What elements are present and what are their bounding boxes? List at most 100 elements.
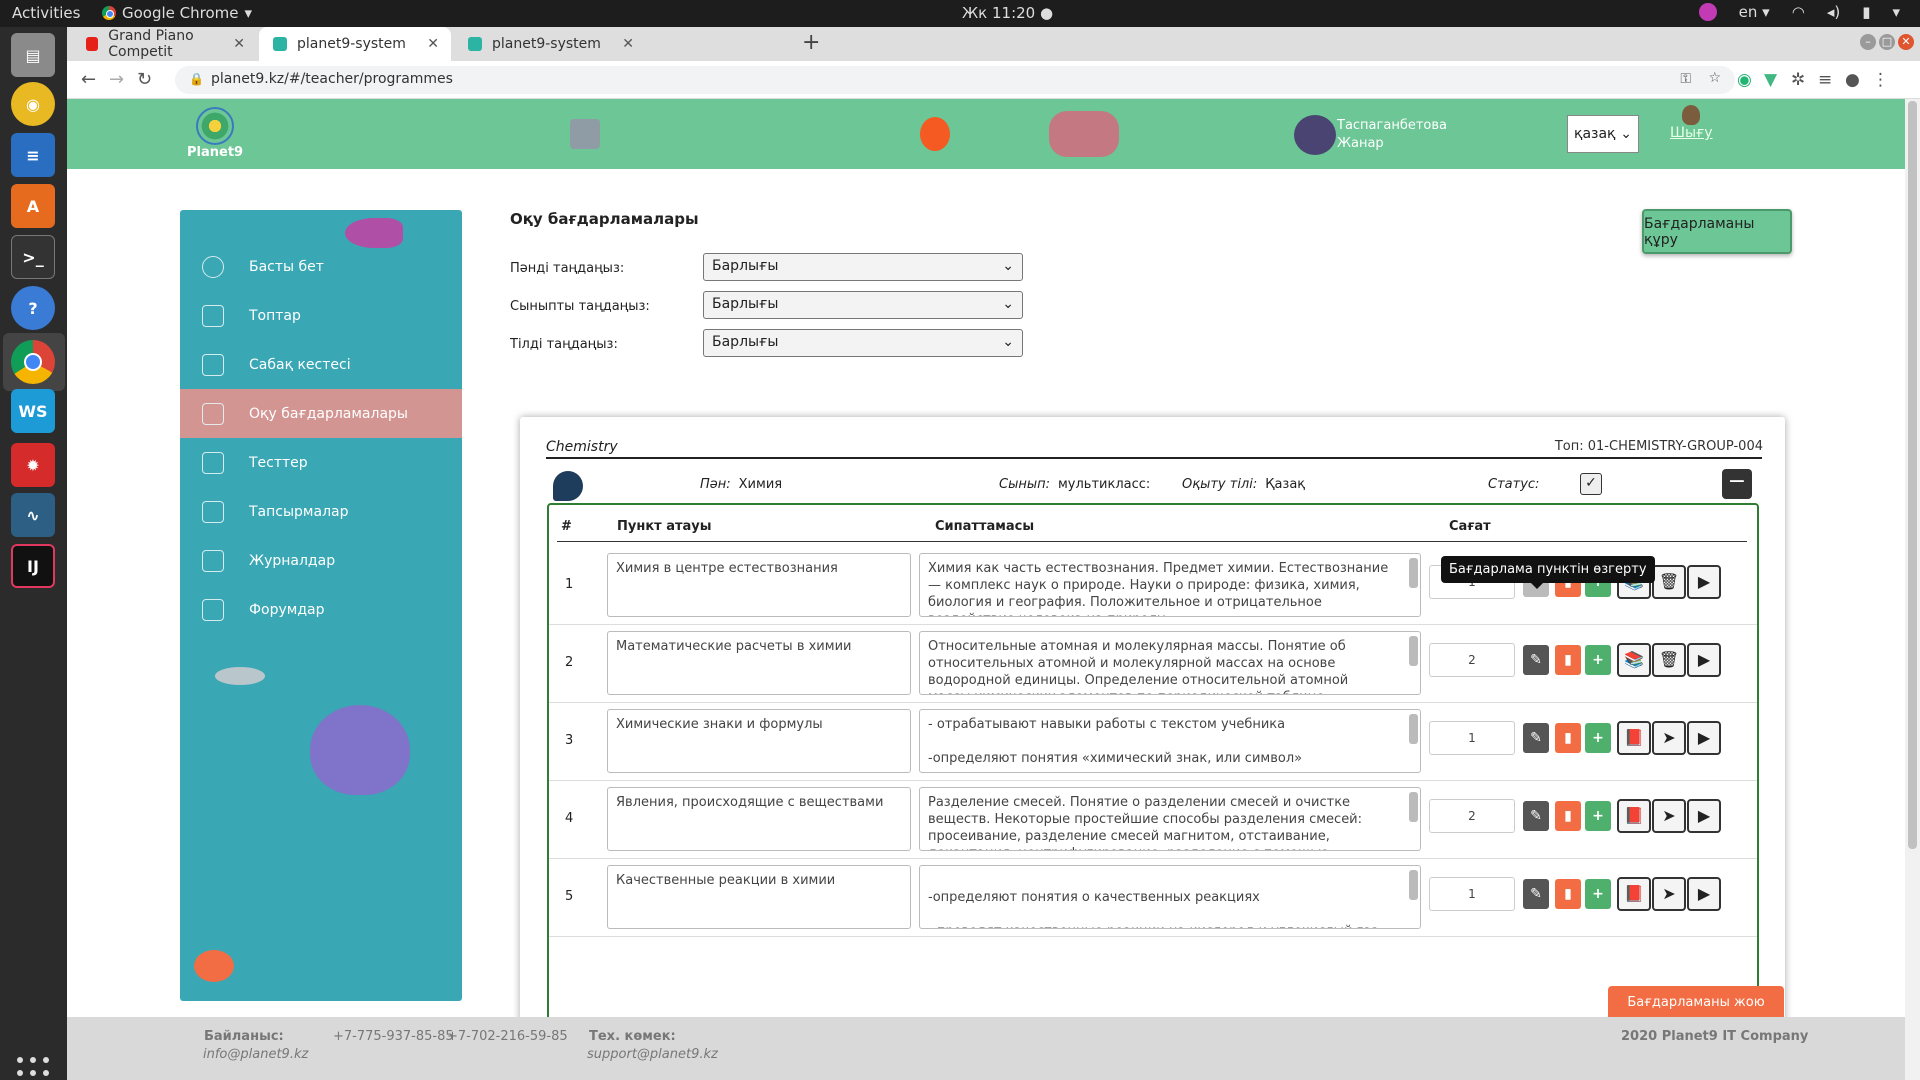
- window-close-icon[interactable]: ✕: [1898, 34, 1914, 50]
- contact-email[interactable]: info@planet9.kz: [203, 1047, 308, 1062]
- logout-link[interactable]: Шығу: [1670, 105, 1713, 141]
- terminal-icon[interactable]: >_: [11, 235, 55, 279]
- sidebar-item-forums[interactable]: Форумдар: [180, 585, 462, 634]
- back-icon[interactable]: ←: [81, 69, 96, 90]
- delete-item-button[interactable]: ▮: [1555, 723, 1581, 753]
- item-name-input[interactable]: Химия в центре естествознания: [607, 553, 911, 617]
- tab-planet9[interactable]: planet9-system ✕: [454, 27, 646, 61]
- sidebar-item-groups[interactable]: Топтар: [180, 291, 462, 340]
- add-item-button[interactable]: +: [1585, 801, 1611, 831]
- page-scrollbar[interactable]: [1905, 99, 1920, 1080]
- item-description-input[interactable]: Разделение смесей. Понятие о разделении …: [919, 787, 1421, 851]
- item-hours-input[interactable]: 1: [1429, 721, 1515, 755]
- edit-item-button[interactable]: ✎: [1523, 879, 1549, 909]
- chevron-down-icon[interactable]: ▾: [1892, 3, 1900, 21]
- sidebar-item-tests[interactable]: Тесттер: [180, 438, 462, 487]
- forward-icon[interactable]: →: [109, 69, 124, 90]
- support-email[interactable]: support@planet9.kz: [587, 1047, 718, 1062]
- delete-item-button[interactable]: ▮: [1555, 645, 1581, 675]
- firefox-indicator-icon[interactable]: [1698, 3, 1717, 21]
- volume-icon[interactable]: ◂): [1827, 3, 1840, 21]
- edit-item-button[interactable]: ✎: [1523, 801, 1549, 831]
- edit-item-button[interactable]: ✎: [1523, 645, 1549, 675]
- item-description-input[interactable]: Химия как часть естествознания. Предмет …: [919, 553, 1421, 617]
- close-icon[interactable]: ✕: [427, 36, 439, 52]
- delete-item-button[interactable]: ▮: [1555, 879, 1581, 909]
- item-description-input[interactable]: - отрабатывают навыки работы с текстом у…: [919, 709, 1421, 773]
- delete-item-button[interactable]: ▮: [1555, 801, 1581, 831]
- video-button[interactable]: ▶: [1687, 877, 1721, 911]
- item-description-input[interactable]: -определяют понятия о качественных реакц…: [919, 865, 1421, 929]
- bucket-button[interactable]: 🗑: [1652, 643, 1686, 677]
- sidebar-item-tasks[interactable]: Тапсырмалар: [180, 487, 462, 536]
- item-hours-input[interactable]: 2: [1429, 643, 1515, 677]
- intellij-icon[interactable]: IJ: [11, 544, 55, 588]
- sidebar-item-programmes[interactable]: Оқу бағдарламалары: [180, 389, 462, 438]
- help-icon[interactable]: ?: [11, 286, 55, 330]
- writer-icon[interactable]: ≡: [11, 133, 55, 177]
- edit-item-button[interactable]: ✎: [1523, 723, 1549, 753]
- item-name-input[interactable]: Химические знаки и формулы: [607, 709, 911, 773]
- sidebar-item-journals[interactable]: Журналдар: [180, 536, 462, 585]
- profile-icon[interactable]: ●: [1845, 70, 1860, 90]
- add-item-button[interactable]: +: [1585, 723, 1611, 753]
- tab-planet9-active[interactable]: planet9-system ✕: [259, 27, 451, 61]
- video-button[interactable]: ▶: [1687, 721, 1721, 755]
- reload-icon[interactable]: ↻: [137, 69, 152, 90]
- app-menu[interactable]: Google Chrome ▾: [102, 4, 252, 22]
- language-select[interactable]: қазақ ⌄: [1567, 115, 1639, 153]
- collapse-button[interactable]: −: [1722, 469, 1752, 499]
- extension-green-icon[interactable]: ◉: [1737, 70, 1752, 90]
- add-item-button[interactable]: +: [1585, 645, 1611, 675]
- extensions-puzzle-icon[interactable]: ✲: [1791, 70, 1805, 90]
- class-filter-select[interactable]: Барлығы ⌄: [703, 291, 1023, 319]
- menu-dots-icon[interactable]: ⋮: [1872, 70, 1889, 90]
- network-icon[interactable]: ◠: [1792, 3, 1805, 21]
- media-queue-icon[interactable]: ≡: [1818, 70, 1832, 90]
- create-programme-button[interactable]: Бағдарламаны құру: [1642, 209, 1792, 254]
- delete-programme-button[interactable]: Бағдарламаны жою: [1608, 986, 1784, 1020]
- status-checkbox[interactable]: ✓: [1580, 473, 1602, 495]
- video-button[interactable]: ▶: [1687, 799, 1721, 833]
- item-description-input[interactable]: Относительные атомная и молекулярная мас…: [919, 631, 1421, 695]
- send-button[interactable]: ➤: [1652, 721, 1686, 755]
- battery-icon[interactable]: ▮: [1862, 3, 1870, 21]
- chrome-icon[interactable]: [11, 340, 55, 384]
- books-button[interactable]: 📚: [1617, 643, 1651, 677]
- maximize-icon[interactable]: □: [1879, 34, 1895, 50]
- add-item-button[interactable]: +: [1585, 879, 1611, 909]
- key-icon[interactable]: ⚿: [1680, 71, 1691, 87]
- subject-filter-select[interactable]: Барлығы ⌄: [703, 253, 1023, 281]
- tab-grand-piano[interactable]: Grand Piano Competit ✕: [72, 27, 257, 61]
- item-hours-input[interactable]: 1: [1429, 877, 1515, 911]
- bucket-button[interactable]: 🗑: [1652, 565, 1686, 599]
- close-icon[interactable]: ✕: [233, 36, 245, 52]
- files-icon[interactable]: ▤: [11, 33, 55, 77]
- send-button[interactable]: ➤: [1652, 877, 1686, 911]
- app-red-icon[interactable]: ✹: [11, 443, 55, 487]
- bookmark-star-icon[interactable]: ☆: [1708, 70, 1721, 86]
- lock-icon[interactable]: 🔒: [189, 72, 204, 86]
- language-filter-select[interactable]: Барлығы ⌄: [703, 329, 1023, 357]
- minimize-icon[interactable]: –: [1860, 34, 1876, 50]
- book-button[interactable]: 📕: [1617, 799, 1651, 833]
- activities-button[interactable]: Activities: [12, 4, 80, 22]
- show-apps-icon[interactable]: [17, 1057, 49, 1080]
- new-tab-button[interactable]: +: [802, 30, 820, 55]
- book-button[interactable]: 📕: [1617, 877, 1651, 911]
- item-name-input[interactable]: Качественные реакции в химии: [607, 865, 911, 929]
- clock[interactable]: Жк 11:20 ●: [962, 4, 1053, 22]
- item-name-input[interactable]: Явления, происходящие с веществами: [607, 787, 911, 851]
- vue-devtools-icon[interactable]: ▼: [1764, 70, 1777, 90]
- omnibox[interactable]: 🔒 planet9.kz/#/teacher/programmes ⚿ ☆: [175, 66, 1735, 94]
- planet9-logo[interactable]: Planet9: [187, 107, 243, 160]
- scrollbar-thumb[interactable]: [1908, 101, 1917, 849]
- item-name-input[interactable]: Математические расчеты в химии: [607, 631, 911, 695]
- sidebar-item-home[interactable]: Басты бет: [180, 242, 462, 291]
- webstorm-icon[interactable]: WS: [11, 389, 55, 433]
- video-button[interactable]: ▶: [1687, 565, 1721, 599]
- close-icon[interactable]: ✕: [622, 36, 634, 52]
- book-button[interactable]: 📕: [1617, 721, 1651, 755]
- software-icon[interactable]: A: [11, 184, 55, 228]
- language-indicator[interactable]: en ▾: [1739, 3, 1770, 21]
